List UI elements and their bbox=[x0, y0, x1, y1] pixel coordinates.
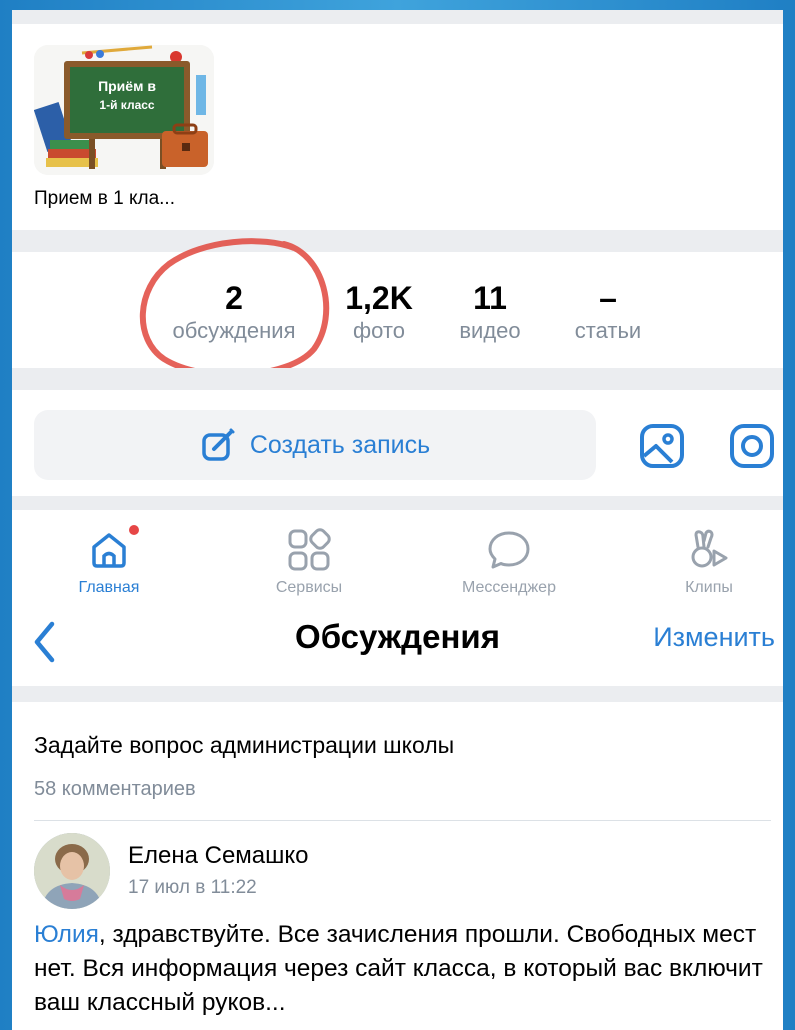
counter-value: 1,2K bbox=[345, 280, 413, 316]
image-icon bbox=[640, 424, 684, 468]
section-gap bbox=[12, 230, 783, 252]
tab-clips[interactable]: Клипы bbox=[634, 525, 783, 597]
school-board-illustration: Приём в 1-й класс bbox=[34, 45, 214, 175]
counter-label: видео bbox=[459, 318, 521, 343]
mention-link[interactable]: Юлия bbox=[34, 921, 99, 948]
topic-comments-count: 58 комментариев bbox=[34, 778, 196, 800]
comment-text: Юлия, здравствуйте. Все зачисления прошл… bbox=[34, 918, 779, 1020]
counter-value: 2 bbox=[225, 280, 243, 316]
create-post-label: Создать запись bbox=[249, 430, 431, 459]
services-icon bbox=[288, 528, 331, 571]
counter-value: 11 bbox=[473, 280, 507, 316]
photo-upload-button[interactable] bbox=[638, 422, 686, 475]
divider bbox=[34, 820, 771, 821]
tab-label: Мессенджер bbox=[462, 579, 556, 596]
tab-home[interactable]: Главная bbox=[34, 525, 184, 597]
comment-date: 17 июл в 11:22 bbox=[128, 877, 257, 898]
section-gap bbox=[12, 496, 783, 510]
notification-dot bbox=[129, 525, 139, 535]
tab-services[interactable]: Сервисы bbox=[234, 525, 384, 597]
counter-value: – bbox=[599, 280, 617, 316]
camera-icon bbox=[730, 424, 774, 468]
album-thumbnail[interactable]: Приём в 1-й класс bbox=[34, 45, 214, 175]
topic-title[interactable]: Задайте вопрос администрации школы bbox=[34, 732, 454, 759]
app-screen: Приём в 1-й класс Прием в 1 кла... 2 обс… bbox=[12, 10, 783, 1030]
section-gap bbox=[12, 10, 783, 24]
counter-videos[interactable]: 11 видео bbox=[450, 280, 530, 346]
section-gap bbox=[12, 368, 783, 390]
counter-discussions[interactable]: 2 обсуждения bbox=[154, 280, 314, 346]
edit-icon bbox=[202, 428, 235, 461]
create-post-button[interactable]: Создать запись bbox=[34, 410, 596, 480]
tab-label: Главная bbox=[78, 579, 140, 596]
tab-messenger[interactable]: Мессенджер bbox=[434, 525, 584, 597]
edit-button[interactable]: Изменить bbox=[653, 622, 775, 653]
counter-photos[interactable]: 1,2K фото bbox=[334, 280, 424, 346]
counter-label: статьи bbox=[574, 318, 642, 343]
tab-label: Сервисы bbox=[275, 579, 343, 596]
messenger-icon bbox=[488, 531, 530, 569]
album-title[interactable]: Прием в 1 кла... bbox=[34, 188, 175, 210]
comment-author[interactable]: Елена Семашко bbox=[128, 842, 309, 870]
tab-label: Клипы bbox=[685, 579, 733, 596]
user-photo bbox=[34, 833, 110, 909]
home-icon bbox=[92, 533, 126, 568]
clips-icon bbox=[691, 529, 728, 568]
comment-body: , здравствуйте. Все зачисления прошли. С… bbox=[34, 921, 763, 1016]
board-text-line1: Приём в bbox=[98, 78, 156, 94]
section-gap bbox=[12, 686, 783, 702]
counter-articles[interactable]: – статьи bbox=[560, 280, 656, 346]
camera-button[interactable] bbox=[728, 422, 776, 475]
counter-label: фото bbox=[353, 318, 405, 343]
counter-label: обсуждения bbox=[172, 318, 296, 343]
avatar[interactable] bbox=[34, 833, 110, 909]
board-text-line2: 1-й класс bbox=[99, 98, 155, 112]
